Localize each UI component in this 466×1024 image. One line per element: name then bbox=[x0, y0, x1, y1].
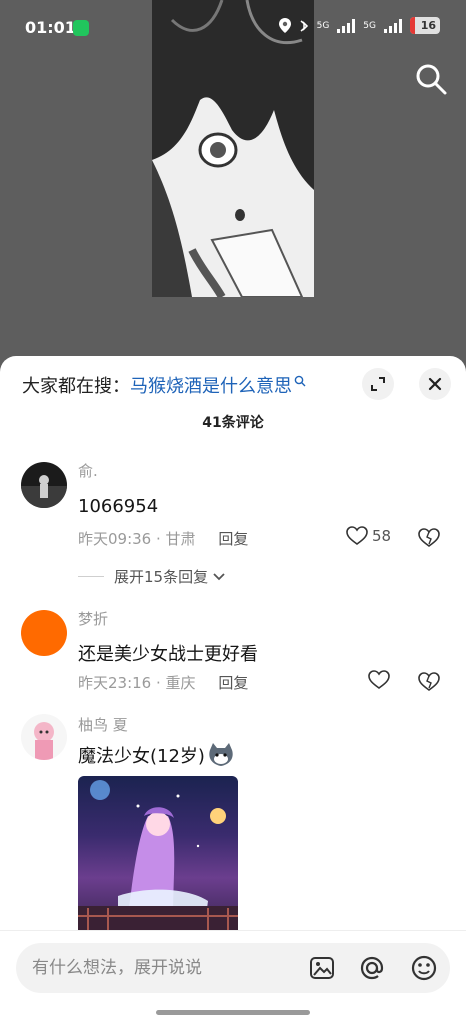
alarm-icon bbox=[300, 19, 308, 32]
expand-replies-label: 展开15条回复 bbox=[114, 568, 209, 586]
image-icon[interactable] bbox=[308, 954, 336, 982]
comment-text: 还是美少女战士更好看 bbox=[78, 644, 258, 665]
status-bar: 01:01 5G 5G 16 bbox=[0, 0, 466, 56]
heart-icon bbox=[346, 526, 368, 545]
emoji-icon[interactable] bbox=[410, 954, 438, 982]
hot-search-label: 大家都在搜： bbox=[22, 376, 130, 397]
cat-emoji-icon bbox=[209, 743, 233, 766]
status-icons: 5G 5G 16 bbox=[278, 17, 440, 34]
comments-sheet: 大家都在搜： 马猴烧酒是什么意思 41条评论 俞. 1066954 昨天09:3… bbox=[0, 356, 466, 1024]
comment-username[interactable]: 柚鸟 夏 bbox=[78, 714, 128, 735]
dislike-button[interactable] bbox=[418, 672, 440, 696]
expand-sheet-button[interactable] bbox=[362, 368, 394, 400]
like-count: 58 bbox=[372, 527, 392, 545]
like-button[interactable] bbox=[368, 670, 390, 690]
avatar[interactable] bbox=[21, 610, 67, 656]
comment-image[interactable] bbox=[78, 776, 238, 946]
status-time: 01:01 bbox=[25, 18, 76, 37]
battery-icon: 16 bbox=[410, 17, 440, 34]
network-label-2: 5G bbox=[363, 20, 376, 31]
wechat-icon bbox=[73, 20, 89, 36]
search-icon bbox=[416, 64, 447, 95]
reply-button[interactable]: 回复 bbox=[218, 674, 248, 692]
location-icon bbox=[278, 18, 291, 33]
search-button[interactable] bbox=[414, 62, 448, 96]
hot-search-keyword[interactable]: 马猴烧酒是什么意思 bbox=[130, 372, 292, 398]
comment-time: 昨天09:36 bbox=[78, 530, 152, 548]
comment-location: 甘肃 bbox=[165, 530, 196, 548]
expand-icon bbox=[371, 377, 385, 391]
comment-meta: 昨天09:36 · 甘肃 回复 bbox=[78, 530, 249, 548]
network-label-1: 5G bbox=[316, 20, 330, 31]
small-search-icon bbox=[294, 375, 306, 390]
avatar[interactable] bbox=[21, 714, 67, 760]
close-icon bbox=[428, 377, 442, 391]
signal-icon bbox=[337, 18, 356, 33]
comment-meta: 昨天23:16 · 重庆 回复 bbox=[78, 674, 249, 692]
comment-text: 1066954 bbox=[78, 496, 159, 517]
comment-username[interactable]: 梦折 bbox=[78, 608, 108, 629]
video-area[interactable]: 01:01 5G 5G 16 bbox=[0, 0, 466, 370]
divider bbox=[78, 576, 104, 577]
broken-heart-icon bbox=[418, 672, 440, 691]
hot-search-bar[interactable]: 大家都在搜： 马猴烧酒是什么意思 bbox=[22, 372, 306, 398]
at-icon[interactable] bbox=[358, 954, 386, 982]
chevron-down-icon bbox=[213, 572, 225, 580]
dislike-button[interactable] bbox=[418, 528, 440, 552]
home-indicator[interactable] bbox=[156, 1010, 310, 1015]
comment-input[interactable] bbox=[32, 943, 292, 993]
broken-heart-icon bbox=[418, 528, 440, 547]
close-sheet-button[interactable] bbox=[419, 368, 451, 400]
comment-username[interactable]: 俞. bbox=[78, 460, 98, 481]
heart-icon bbox=[368, 670, 390, 689]
reply-button[interactable]: 回复 bbox=[218, 530, 248, 548]
like-button[interactable]: 58 bbox=[346, 526, 391, 546]
comment-location: 重庆 bbox=[165, 674, 196, 692]
signal-icon-2 bbox=[384, 18, 402, 33]
comment-time: 昨天23:16 bbox=[78, 674, 152, 692]
comment-text: 魔法少女(12岁) bbox=[78, 742, 235, 768]
comment-count: 41条评论 bbox=[202, 415, 264, 431]
comment-input-box[interactable] bbox=[16, 943, 450, 993]
expand-replies-button[interactable]: 展开15条回复 bbox=[78, 566, 226, 587]
avatar[interactable] bbox=[21, 462, 67, 508]
